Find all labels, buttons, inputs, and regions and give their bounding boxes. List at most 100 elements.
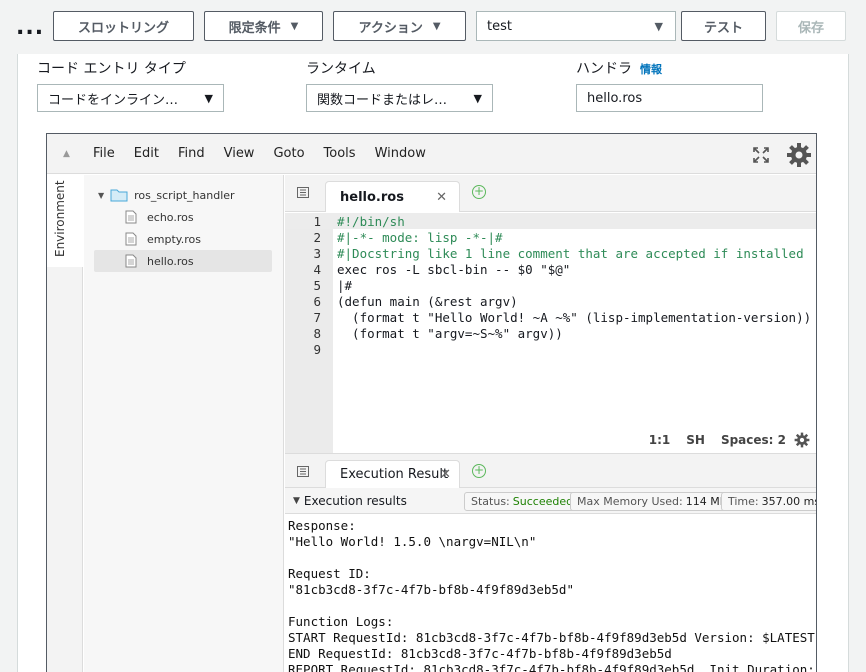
editor-status-bar: 1:1 SH Spaces: 2 (285, 426, 816, 454)
close-icon[interactable]: ✕ (436, 190, 447, 205)
code-line: 4 exec ros -L sbcl-bin -- $0 "$@" (285, 261, 816, 277)
chevron-down-icon: ▼ (290, 20, 299, 32)
editor-tab-bar: hello.ros ✕ + (285, 175, 816, 212)
add-tab-icon[interactable]: + (472, 185, 486, 199)
line-number: 1 (313, 213, 321, 229)
file-name: echo.ros (147, 210, 194, 224)
code-entry-select[interactable]: コードをインライン… ▼ (37, 84, 224, 112)
tab-execution-result[interactable]: Execution Result ✕ (325, 460, 460, 488)
line-number: 6 (313, 293, 321, 309)
menu-find[interactable]: Find (178, 146, 205, 161)
file-name: hello.ros (147, 254, 194, 268)
code-line: 7 (format t "Hello World! ~A ~%" (lisp-i… (285, 309, 816, 325)
syntax-mode[interactable]: SH (686, 433, 705, 447)
collapse-arrow-icon[interactable]: ▲ (63, 149, 73, 159)
tab-list-icon[interactable] (297, 466, 309, 477)
menu-file[interactable]: File (93, 146, 115, 161)
test-event-select[interactable]: test ▼ (476, 11, 676, 41)
runtime-select[interactable]: 関数コードまたはレ… ▼ (306, 84, 493, 112)
fullscreen-icon[interactable] (752, 146, 770, 164)
status-value: Succeeded (512, 495, 574, 508)
code-text: (defun main (&rest argv) (337, 293, 518, 309)
menu-edit[interactable]: Edit (134, 146, 159, 161)
tree-file[interactable]: echo.ros (125, 206, 194, 228)
chevron-down-icon[interactable]: ▼ (293, 496, 300, 506)
tab-label: Execution Result (340, 467, 449, 482)
handler-input[interactable]: hello.ros (576, 84, 763, 112)
tree-file[interactable]: empty.ros (125, 228, 201, 250)
indent-setting[interactable]: Spaces: 2 (721, 433, 786, 447)
line-number: 3 (313, 245, 321, 261)
memory-badge: Max Memory Used: 114 MB (570, 492, 735, 511)
qualifier-dropdown[interactable]: 限定条件 ▼ (204, 11, 323, 41)
tree-file-selected[interactable]: hello.ros (94, 250, 272, 272)
file-icon (125, 232, 137, 246)
line-number: 9 (313, 341, 321, 357)
execution-results-header[interactable]: ▼ Execution results Status: Succeeded Max… (285, 488, 816, 514)
output-line: END RequestId: 81cb3cd8-3f7c-4f7b-bf8b-4… (288, 646, 672, 661)
chevron-down-icon: ▼ (654, 19, 663, 33)
code-line: 2 #|-*- mode: lisp -*-|# (285, 229, 816, 245)
throttling-button[interactable]: スロットリング (53, 11, 194, 41)
gear-icon[interactable] (794, 432, 810, 448)
menu-tools[interactable]: Tools (324, 146, 356, 161)
execution-results-label: Execution results (303, 493, 407, 508)
line-number: 5 (313, 277, 321, 293)
execution-output[interactable]: Response: "Hello World! 1.5.0 \nargv=NIL… (288, 514, 816, 672)
time-label: Time: (728, 495, 759, 508)
save-button-label: 保存 (797, 20, 824, 36)
test-button-label: テスト (703, 20, 743, 36)
output-line: Function Logs: (288, 614, 394, 629)
file-name: empty.ros (147, 232, 201, 246)
file-tree: ▼ ros_script_handler echo.ros empty.ros … (84, 175, 284, 672)
folder-name: ros_script_handler (134, 188, 235, 202)
more-options-button[interactable]: ... (16, 17, 44, 39)
code-editor-ide: ▲ File Edit Find View Goto Tools Window (46, 133, 817, 672)
time-badge: Time: 357.00 ms (721, 492, 816, 511)
file-icon (125, 210, 137, 224)
cursor-position[interactable]: 1:1 (649, 433, 671, 447)
handler-info-link[interactable]: 情報 (640, 63, 662, 76)
code-text: (format t "Hello World! ~A ~%" (lisp-imp… (337, 309, 812, 325)
gear-icon[interactable] (786, 142, 812, 168)
menu-goto[interactable]: Goto (273, 146, 304, 161)
output-line: "Hello World! 1.5.0 \nargv=NIL\n" (288, 534, 537, 549)
environment-strip: Environment (47, 175, 83, 672)
line-number: 2 (313, 229, 321, 245)
close-icon[interactable]: ✕ (440, 467, 451, 482)
throttling-label: スロットリング (77, 20, 169, 36)
code-line: 6 (defun main (&rest argv) (285, 293, 816, 309)
results-tab-bar: Execution Result ✕ + (285, 454, 816, 488)
output-line: "81cb3cd8-3f7c-4f7b-bf8b-4f9f89d3eb5d" (288, 582, 574, 597)
actions-label: アクション (358, 20, 423, 36)
tab-list-icon[interactable] (297, 187, 309, 198)
code-entry-label: コード エントリ タイプ (37, 61, 186, 77)
ide-menubar: ▲ File Edit Find View Goto Tools Window (47, 134, 816, 174)
chevron-down-icon: ▼ (473, 91, 482, 105)
code-area[interactable]: 1 #!/bin/sh 2 #|-*- mode: lisp -*-|# 3 #|Do… (285, 213, 816, 454)
tree-folder[interactable]: ▼ ros_script_handler (98, 184, 235, 206)
line-number: 8 (313, 325, 321, 341)
code-line: 3 #|Docstring like 1 line comment that ar… (285, 245, 816, 261)
add-tab-icon[interactable]: + (472, 464, 486, 478)
code-text: (format t "argv=~S~%" argv)) (337, 325, 563, 341)
line-number: 7 (313, 309, 321, 325)
actions-dropdown[interactable]: アクション ▼ (333, 11, 466, 41)
handler-label: ハンドラ (576, 61, 632, 77)
tab-hello-ros[interactable]: hello.ros ✕ (325, 181, 460, 212)
save-button[interactable]: 保存 (776, 11, 846, 41)
line-number: 4 (313, 261, 321, 277)
code-text: #|Docstring like 1 line comment that are… (337, 245, 804, 261)
code-line: 8 (format t "argv=~S~%" argv)) (285, 325, 816, 341)
chevron-down-icon: ▼ (98, 190, 105, 200)
environment-tab[interactable]: Environment (47, 175, 83, 267)
output-line: Response: (288, 518, 356, 533)
handler-value: hello.ros (587, 90, 643, 106)
menu-view[interactable]: View (224, 146, 255, 161)
menu-window[interactable]: Window (375, 146, 426, 161)
memory-label: Max Memory Used: (577, 495, 683, 508)
code-entry-value: コードをインライン… (48, 92, 179, 108)
test-event-value: test (487, 18, 512, 34)
code-text: #|-*- mode: lisp -*-|# (337, 229, 503, 245)
test-button[interactable]: テスト (681, 11, 766, 41)
